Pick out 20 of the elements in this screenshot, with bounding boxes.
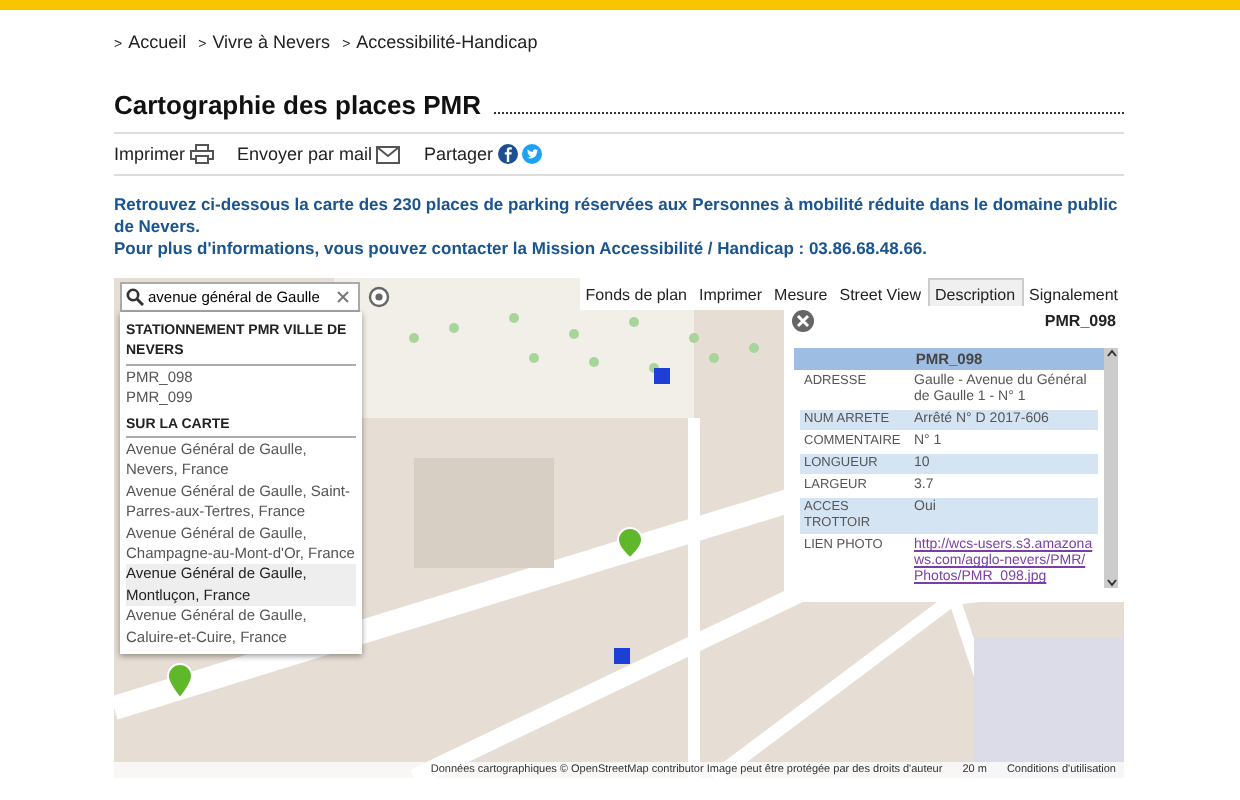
printer-icon [189, 144, 213, 164]
breadcrumb-link[interactable]: Vivre à Nevers [212, 32, 331, 52]
panel-title: PMR_098 [1044, 312, 1116, 330]
scroll-up-icon[interactable] [1105, 348, 1117, 358]
locate-icon[interactable] [368, 286, 390, 308]
scrollbar[interactable] [1104, 348, 1118, 588]
mail-link[interactable]: Envoyer par mail [237, 144, 373, 164]
search-icon [126, 288, 144, 306]
scroll-down-icon[interactable] [1105, 578, 1117, 588]
intro-paragraph: Pour plus d'informations, vous pouvez contacter la Mission Accessibilité / Handicap : 03.86.68.48.66. [114, 238, 930, 260]
page-title: Cartographie des places PMR [114, 90, 481, 120]
print-link[interactable]: Imprimer [114, 144, 185, 164]
intro-paragraph: Retrouvez ci-dessous la carte des 230 places de parking réservées aux Personnes à mobilité réduite dans le domaine public de Nevers. [114, 194, 1120, 238]
facebook-icon[interactable] [497, 144, 518, 164]
breadcrumb-link[interactable]: Accueil [128, 32, 187, 52]
close-icon[interactable] [336, 290, 350, 304]
close-icon[interactable] [792, 310, 814, 332]
breadcrumb-link[interactable]: Accessibilité-Handicap [356, 32, 538, 52]
envelope-icon [376, 145, 401, 163]
share-link[interactable]: Partager [424, 144, 494, 164]
